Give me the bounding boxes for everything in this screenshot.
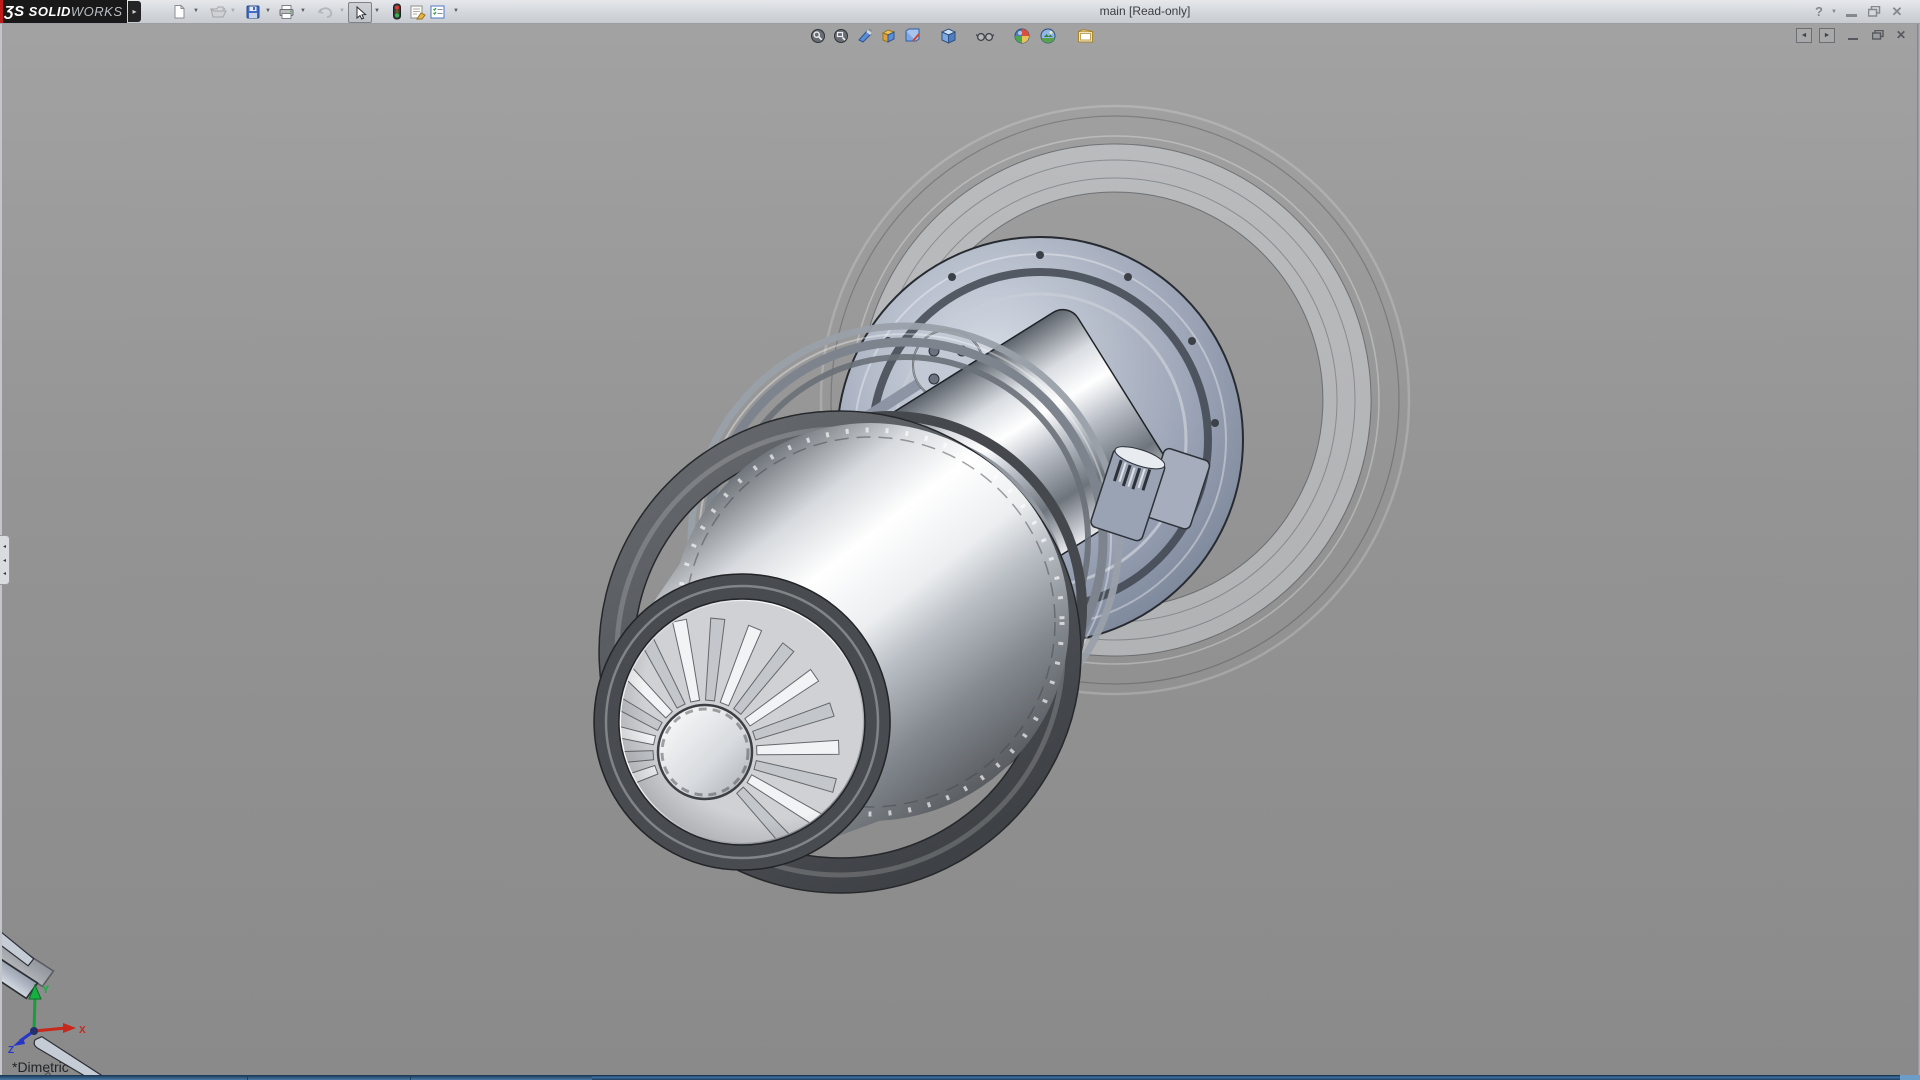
- doc-restore-button[interactable]: [1869, 27, 1887, 43]
- section-view-icon: [857, 28, 874, 44]
- select-dropdown-caret[interactable]: ▼: [373, 8, 381, 14]
- save-button[interactable]: [243, 2, 263, 21]
- z-axis-label: Z: [8, 1045, 14, 1054]
- logo-red-strip: [0, 0, 3, 23]
- minimize-button[interactable]: [1840, 0, 1862, 23]
- zoom-to-area-icon: [833, 28, 849, 44]
- engine-3d-model: [0, 23, 1920, 1080]
- x-axis-arrow: [63, 1023, 76, 1033]
- view-cube-icon: [940, 28, 957, 45]
- edit-appearance-icon: [1014, 28, 1030, 44]
- help-dropdown-caret[interactable]: ▼: [1828, 0, 1840, 23]
- view-orientation-button[interactable]: [879, 27, 897, 45]
- options-icon: [429, 4, 446, 20]
- nozzle-hub: [658, 705, 752, 799]
- open-icon: [210, 4, 227, 20]
- open-dropdown-caret[interactable]: ▼: [229, 8, 237, 14]
- document-title: main [Read-only]: [1040, 0, 1250, 23]
- z-axis-arrow: [13, 1037, 25, 1046]
- zoom-to-fit-icon: [810, 28, 826, 44]
- help-button[interactable]: ?: [1810, 0, 1828, 23]
- menu-expand-tab[interactable]: ▸: [128, 1, 141, 22]
- title-bar: ƷS SOLIDWORKS ▸ ▼ ▼ ▼ ▼ ▼ ▼ ▼ main [Read-…: [0, 0, 1920, 24]
- undo-button[interactable]: [315, 2, 335, 21]
- select-cursor-icon: [353, 5, 367, 21]
- display-style-button[interactable]: [903, 27, 921, 45]
- solidworks-logo: ƷS SOLIDWORKS: [0, 0, 127, 23]
- view-orientation-icon: [880, 28, 897, 44]
- doc-close-button[interactable]: ✕: [1893, 27, 1909, 43]
- restore-icon: [1868, 6, 1881, 17]
- new-document-button[interactable]: [169, 2, 189, 21]
- doc-minimize-button[interactable]: [1845, 27, 1861, 43]
- edit-appearance-button[interactable]: [1013, 27, 1031, 45]
- display-style-icon: [904, 28, 921, 44]
- save-icon: [245, 4, 261, 20]
- undo-icon: [317, 4, 334, 20]
- undo-dropdown-caret[interactable]: ▼: [338, 8, 346, 14]
- close-button[interactable]: ✕: [1886, 0, 1908, 23]
- zoom-to-fit-button[interactable]: [809, 27, 827, 45]
- view-settings-icon: [1077, 29, 1094, 44]
- windows-taskbar[interactable]: [0, 1075, 1920, 1080]
- file-properties-icon: [409, 4, 426, 20]
- next-pane-button[interactable]: ►: [1819, 27, 1835, 43]
- open-button[interactable]: [208, 2, 228, 21]
- save-dropdown-caret[interactable]: ▼: [264, 8, 272, 14]
- feature-panel-splitter-tab[interactable]: ◂ ◂ ◂: [0, 535, 10, 585]
- x-axis-label: X: [79, 1025, 86, 1036]
- logo-mark: ƷS: [4, 3, 24, 20]
- options-button[interactable]: [427, 2, 447, 21]
- view-orientation-label: *Dimetric: [12, 1059, 69, 1075]
- previous-pane-button[interactable]: ◄: [1796, 27, 1812, 43]
- y-axis-arrow: [29, 985, 41, 999]
- hide-show-items-icon: [976, 30, 994, 42]
- traffic-light-icon: [391, 3, 403, 20]
- y-axis-label: Y: [42, 984, 50, 996]
- apply-scene-button[interactable]: [1039, 27, 1057, 45]
- brand-solid: SOLID: [29, 4, 71, 19]
- section-view-button[interactable]: [856, 27, 874, 45]
- brand-works: WORKS: [71, 4, 123, 19]
- rebuild-button[interactable]: [387, 2, 407, 21]
- apply-scene-icon: [1040, 28, 1056, 44]
- file-properties-button[interactable]: [407, 2, 427, 21]
- restore-button[interactable]: [1862, 0, 1886, 23]
- view-settings-button[interactable]: [1076, 27, 1094, 45]
- zoom-to-area-button[interactable]: [832, 27, 850, 45]
- options-dropdown-caret[interactable]: ▼: [452, 8, 460, 14]
- graphics-viewport[interactable]: ◄ ► ✕ ◂ ◂ ◂: [0, 23, 1920, 1080]
- doc-restore-icon: [1872, 30, 1884, 40]
- view-cube-button[interactable]: [939, 27, 957, 45]
- print-icon: [278, 4, 295, 20]
- new-dropdown-caret[interactable]: ▼: [192, 8, 200, 14]
- select-tool-button[interactable]: [348, 2, 372, 23]
- new-document-icon: [171, 4, 187, 20]
- reference-triad: Y X Z: [6, 979, 96, 1054]
- print-dropdown-caret[interactable]: ▼: [299, 8, 307, 14]
- hide-show-items-button[interactable]: [976, 27, 994, 45]
- print-button[interactable]: [276, 2, 296, 21]
